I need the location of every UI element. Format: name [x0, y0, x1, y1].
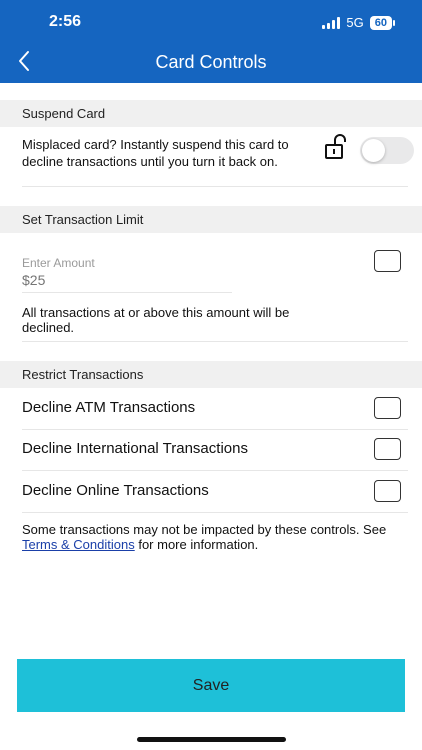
decline-online-checkbox[interactable] — [374, 480, 401, 502]
save-button[interactable]: Save — [17, 659, 405, 712]
section-header-suspend-card: Suspend Card — [0, 100, 422, 127]
restrict-row-international[interactable]: Decline International Transactions — [0, 429, 422, 470]
home-indicator — [137, 737, 286, 742]
footnote: Some transactions may not be impacted by… — [22, 522, 402, 552]
restrict-label: Decline ATM Transactions — [22, 399, 196, 416]
divider — [22, 186, 408, 187]
toggle-knob — [362, 139, 385, 162]
amount-underline — [22, 292, 232, 293]
divider — [22, 341, 408, 342]
restrict-row-atm[interactable]: Decline ATM Transactions — [0, 388, 422, 429]
transaction-limit-checkbox[interactable] — [374, 250, 401, 272]
suspend-card-description: Misplaced card? Instantly suspend this c… — [22, 137, 289, 169]
signal-icon — [322, 16, 341, 29]
page-title: Card Controls — [155, 52, 267, 72]
restrict-label: Decline International Transactions — [22, 440, 248, 457]
network-type: 5G — [346, 15, 364, 30]
footnote-text: Some transactions may not be impacted by… — [22, 522, 387, 537]
divider — [22, 512, 408, 513]
status-indicators: 5G 60 — [322, 15, 396, 30]
unlocked-padlock-icon — [324, 134, 348, 160]
amount-input[interactable] — [22, 270, 232, 290]
terms-conditions-link[interactable]: Terms & Conditions — [22, 537, 135, 552]
battery-icon: 60 — [369, 15, 396, 30]
decline-international-checkbox[interactable] — [374, 438, 401, 460]
status-time: 2:56 — [49, 13, 82, 30]
footnote-text-end: for more information. — [134, 537, 259, 552]
transaction-limit-note: All transactions at or above this amount… — [22, 305, 290, 335]
amount-label: Enter Amount — [22, 256, 95, 270]
suspend-card-toggle[interactable] — [360, 137, 414, 164]
app-header: 2:56 5G 60 Card Controls — [0, 0, 422, 83]
decline-atm-checkbox[interactable] — [374, 397, 401, 419]
section-header-transaction-limit: Set Transaction Limit — [0, 206, 422, 233]
restrict-label: Decline Online Transactions — [22, 482, 209, 499]
restrict-row-online[interactable]: Decline Online Transactions — [0, 471, 422, 512]
section-header-restrict-transactions: Restrict Transactions — [0, 361, 422, 388]
